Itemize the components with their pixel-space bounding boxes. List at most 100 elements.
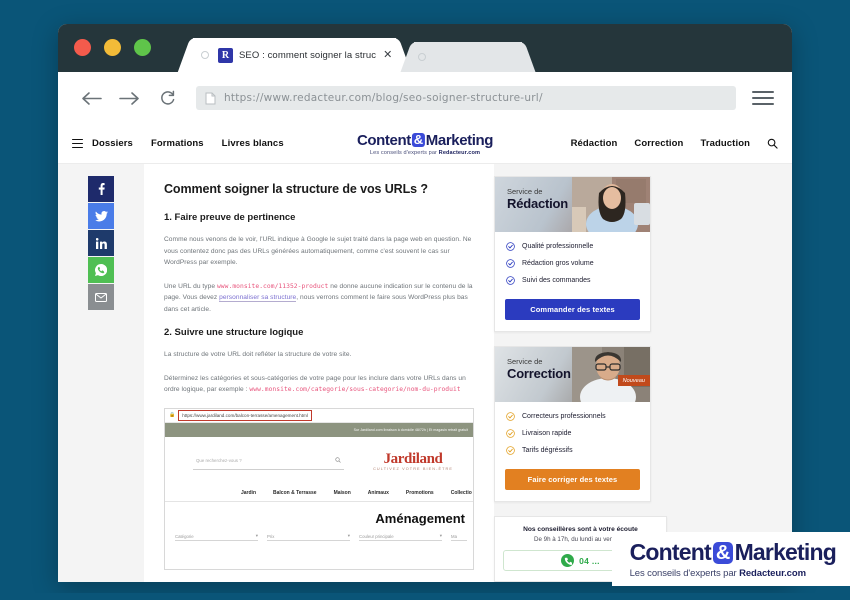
- check-circle-icon: [506, 242, 515, 251]
- article-paragraph-2: Une URL du type www.monsite.com/11352-pr…: [164, 281, 474, 316]
- nav-link-redaction[interactable]: Rédaction: [571, 138, 618, 149]
- nav-link-correction[interactable]: Correction: [634, 138, 683, 149]
- address-bar-text: https://www.redacteur.com/blog/seo-soign…: [224, 92, 543, 104]
- commander-des-textes-button[interactable]: Commander des textes: [505, 299, 640, 320]
- phone-number: 04 ...: [579, 555, 600, 566]
- article-title: Comment soigner la structure de vos URLs…: [164, 182, 428, 196]
- check-circle-icon: [506, 446, 515, 455]
- reload-button[interactable]: [152, 83, 182, 113]
- card-feature-label: Rédaction gros volume: [522, 260, 594, 267]
- forward-button[interactable]: [114, 83, 144, 113]
- close-window-button[interactable]: [74, 39, 91, 56]
- p2-code-url: www.monsite.com/11352-product: [216, 282, 329, 290]
- lock-icon: 🔒: [169, 412, 176, 419]
- check-circle-icon: [506, 259, 515, 268]
- close-tab-icon[interactable]: ✕: [383, 49, 392, 61]
- share-linkedin-button[interactable]: [88, 230, 114, 256]
- screen: R SEO : comment soigner la struc ✕ https…: [0, 0, 850, 600]
- screenshot-header: Que recherchez-vous ? Jardiland CULTIVEZ…: [165, 437, 473, 485]
- card-feature-label: Correcteurs professionnels: [522, 413, 606, 420]
- screenshot-url-highlight: https://www.jardiland.com/balcon-terrass…: [178, 409, 312, 421]
- browser-tabs: R SEO : comment soigner la struc ✕: [177, 38, 536, 72]
- search-icon: [335, 457, 341, 463]
- nav-link-dossiers[interactable]: Dossiers: [92, 138, 133, 149]
- watermark-ampersand: &: [712, 541, 733, 564]
- email-icon: [95, 292, 107, 302]
- tab-title: SEO : comment soigner la struc: [239, 49, 377, 61]
- card-feature-list: Qualité professionnelle Rédaction gros v…: [495, 232, 650, 297]
- maximize-window-button[interactable]: [134, 39, 151, 56]
- card-kicker: Service de: [507, 187, 543, 196]
- article-section-1-title: 1. Faire preuve de pertinence: [164, 212, 296, 223]
- site-menu-icon[interactable]: [72, 138, 83, 149]
- search-icon[interactable]: [767, 138, 778, 149]
- page-icon: [205, 92, 216, 104]
- nav-link-livres-blancs[interactable]: Livres blancs: [222, 138, 284, 149]
- twitter-icon: [94, 210, 108, 222]
- card-feature: Qualité professionnelle: [506, 242, 639, 251]
- screenshot-brand-tagline: CULTIVEZ VOTRE BIEN-ÊTRE: [373, 466, 453, 471]
- article-paragraph-3: La structure de votre URL doit refléter …: [164, 351, 352, 359]
- page-content: Comment soigner la structure de vos URLs…: [58, 164, 792, 582]
- card-feature-label: Livraison rapide: [522, 430, 572, 437]
- article-section-2-title: 2. Suivre une structure logique: [164, 327, 304, 339]
- address-bar[interactable]: https://www.redacteur.com/blog/seo-soign…: [196, 86, 736, 110]
- browser-titlebar: R SEO : comment soigner la struc ✕: [58, 24, 792, 72]
- screenshot-filter[interactable]: Couleur principale ▾: [359, 533, 442, 541]
- chevron-down-icon: ▾: [439, 532, 442, 538]
- site-logo[interactable]: Content & Marketing Les conseils d'exper…: [357, 131, 494, 156]
- share-twitter-button[interactable]: [88, 203, 114, 229]
- social-share-bar: [58, 164, 144, 582]
- logo-tagline-brand: Redacteur.com: [438, 149, 481, 156]
- p2-inline-link[interactable]: personnaliser sa structure: [219, 294, 297, 303]
- screenshot-filter[interactable]: Prix ▾: [267, 533, 350, 541]
- screenshot-address-bar: 🔒 https://www.jardiland.com/balcon-terra…: [165, 408, 473, 423]
- screenshot-filter-label: Catégorie: [175, 533, 194, 539]
- screenshot-brand-logo: Jardiland CULTIVEZ VOTRE BIEN-ÊTRE: [373, 451, 459, 471]
- screenshot-brand-name: Jardiland: [383, 450, 443, 467]
- share-facebook-button[interactable]: [88, 176, 114, 202]
- screenshot-nav-item[interactable]: Promotions: [406, 490, 434, 496]
- screenshot-filter-label: Ma: [451, 533, 457, 539]
- share-whatsapp-button[interactable]: [88, 257, 114, 283]
- minimize-window-button[interactable]: [104, 39, 121, 56]
- tab-inactive[interactable]: [400, 42, 536, 72]
- tab-indicator-icon: [201, 51, 209, 59]
- tab-active[interactable]: R SEO : comment soigner la struc ✕: [177, 38, 412, 72]
- p2-text-a: Une URL du type: [164, 282, 217, 290]
- card-feature: Livraison rapide: [506, 429, 639, 438]
- facebook-icon: [98, 183, 105, 195]
- browser-menu-icon[interactable]: [752, 91, 774, 105]
- article-paragraph-4: Déterminez les catégories et sous-catégo…: [164, 373, 474, 396]
- whatsapp-icon: [95, 264, 107, 276]
- share-email-button[interactable]: [88, 284, 114, 310]
- screenshot-nav-item[interactable]: Collectio: [451, 490, 472, 496]
- article-column: Comment soigner la structure de vos URLs…: [144, 164, 494, 582]
- back-button[interactable]: [76, 83, 106, 113]
- screenshot-nav-item[interactable]: Maison: [334, 490, 351, 496]
- linkedin-icon: [95, 237, 107, 249]
- screenshot-banner-text: Sur Jardiland.com livraison à domicile 4…: [353, 427, 468, 432]
- screenshot-search-field[interactable]: Que recherchez-vous ?: [193, 452, 344, 470]
- check-circle-icon: [506, 412, 515, 421]
- screenshot-nav-item[interactable]: Balcon & Terrasse: [273, 490, 317, 496]
- nav-link-formations[interactable]: Formations: [151, 138, 204, 149]
- faire-corriger-des-textes-button[interactable]: Faire corriger des textes: [505, 469, 640, 490]
- nav-link-traduction[interactable]: Traduction: [700, 138, 750, 149]
- screenshot-filter[interactable]: Catégorie ▾: [175, 533, 258, 541]
- screenshot-nav-item[interactable]: Animaux: [368, 490, 389, 496]
- screenshot-nav-item[interactable]: Jardin: [241, 490, 256, 496]
- browser-window: R SEO : comment soigner la struc ✕ https…: [58, 24, 792, 582]
- card-correction: Service de Correction Nouveau Correcteur…: [494, 346, 651, 502]
- logo-word-2: Marketing: [425, 131, 494, 149]
- embedded-screenshot: 🔒 https://www.jardiland.com/balcon-terra…: [164, 407, 474, 570]
- watermark-word-1: Content: [629, 539, 712, 565]
- screenshot-filter-label: Couleur principale: [359, 533, 394, 539]
- logo-tagline: Les conseils d'experts par: [369, 149, 439, 156]
- tab-indicator-icon: [418, 53, 427, 61]
- site-header: Dossiers Formations Livres blancs Conten…: [58, 124, 792, 164]
- chevron-down-icon: ▾: [347, 532, 350, 538]
- watermark-tagline: Les conseils d'experts par: [629, 568, 740, 579]
- card-kicker: Service de: [507, 357, 543, 366]
- screenshot-filter[interactable]: Ma: [451, 533, 467, 541]
